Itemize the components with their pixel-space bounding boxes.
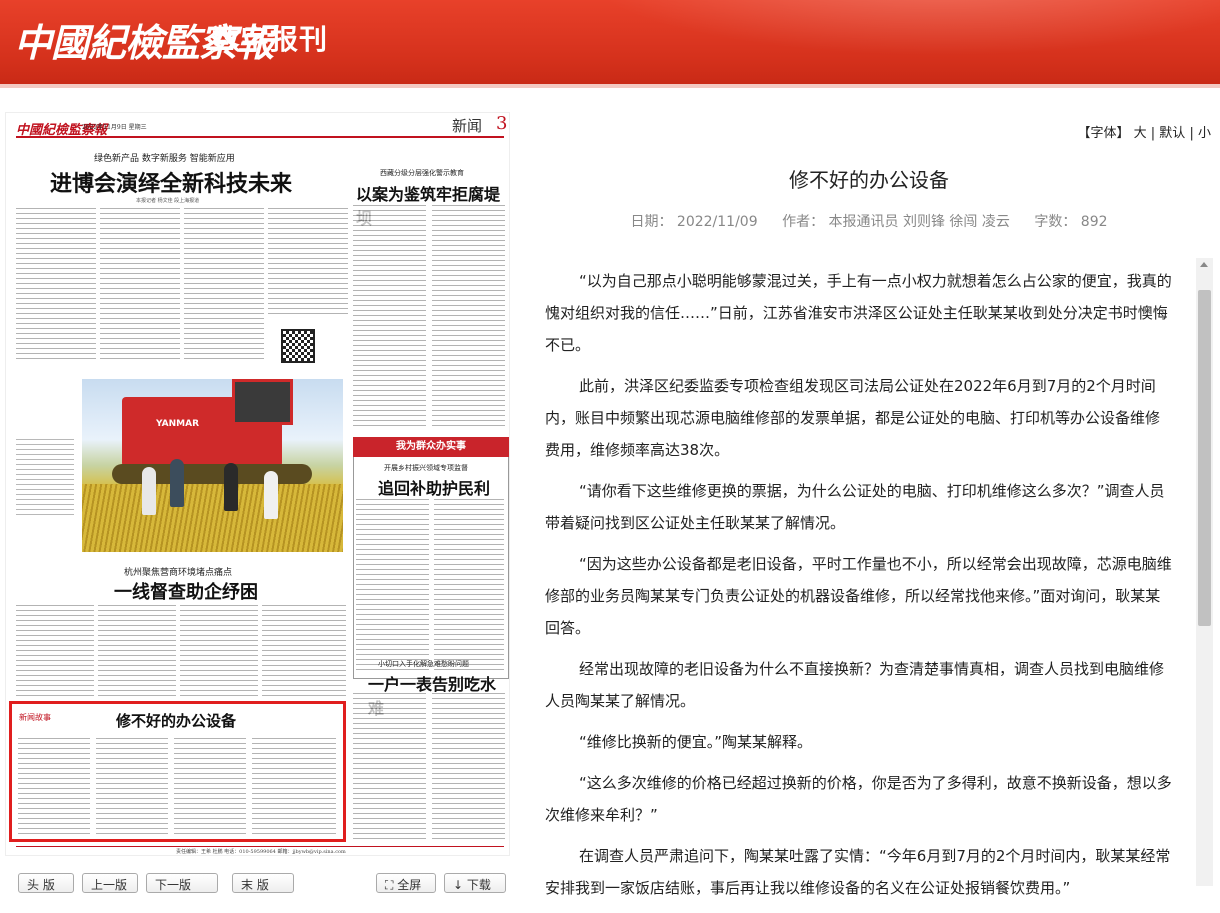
article-date: 日期： 2022/11/09 <box>630 214 758 230</box>
article-author: 作者： 本报通讯员 刘则锋 徐闯 凌云 <box>782 214 1010 230</box>
article-paragraph: “因为这些办公设备都是老旧设备，平时工作量也不小，所以经常会出现故障，芯源电脑维… <box>545 555 1172 637</box>
page-footer: 责任编辑：王希 杜鹏 电话：010-59599064 邮箱：jjbywb@vip… <box>176 849 346 855</box>
harvester-cab <box>232 379 293 425</box>
story2-kicker: 西藏分级分层强化警示教育 <box>380 169 464 177</box>
photo-caption <box>16 439 74 519</box>
download-icon: ↓ <box>453 878 464 892</box>
article-body: “以为自己那点小聪明能够蒙混过关，手上有一点小权力就想着怎么占公家的便宜，我真的… <box>545 265 1173 913</box>
box-text-col1 <box>356 499 429 673</box>
story3-title[interactable]: 一线督查助企纾困 <box>114 578 258 604</box>
article-meta: 日期： 2022/11/09 作者： 本报通讯员 刘则锋 徐闯 凌云 字数： 8… <box>526 211 1212 231</box>
page-date: 2022年11月9日 星期三 <box>82 124 147 131</box>
article-paragraph: “这么多次维修的价格已经超过换新的价格，你是否为了多得利，故意不换新设备，想以多… <box>545 774 1172 824</box>
scroll-up-arrow-icon[interactable] <box>1200 262 1208 267</box>
story1-text-col3 <box>184 208 264 363</box>
font-size-label: 【字体】 <box>1077 126 1130 141</box>
article-paragraph: 经常出现故障的老旧设备为什么不直接换新？为查清楚事情真相，调查人员找到电脑维修人… <box>545 660 1165 710</box>
page-section: 新闻 <box>452 117 483 135</box>
person-figure <box>142 467 156 515</box>
harvester-brand: YANMAR <box>156 419 200 429</box>
story3-text-col2 <box>98 605 176 697</box>
story1-text-col1 <box>16 208 96 363</box>
story1-title[interactable]: 进博会演绎全新科技未来 <box>50 166 292 198</box>
article-paragraph: “请你看下这些维修更换的票据，为什么公证处的电脑、打印机维修这么多次？”调查人员… <box>545 482 1165 532</box>
download-label: 下载 <box>466 878 491 892</box>
next-page-button[interactable]: 下一版 <box>146 873 218 893</box>
font-size-large[interactable]: 大 <box>1134 126 1147 141</box>
page-footer-rule <box>16 846 504 847</box>
story1-kicker: 绿色新产品 数字新服务 智能新应用 <box>94 154 235 164</box>
story1-text-col2 <box>100 208 180 363</box>
fullscreen-button[interactable]: ⛶ 全屏 <box>376 873 436 893</box>
banner-divider <box>0 84 1220 88</box>
header-banner: 中國紀檢監察報 数字报刊 <box>0 0 1220 84</box>
scrollbar-thumb[interactable] <box>1198 290 1211 626</box>
banner-gloss <box>520 0 1220 70</box>
font-size-separator: | <box>1189 126 1194 141</box>
harvest-photo[interactable]: YANMAR <box>82 379 343 552</box>
rice-field <box>82 484 343 552</box>
page-number: 3 <box>496 113 508 134</box>
article-title: 修不好的办公设备 <box>789 168 949 192</box>
story3-kicker: 杭州聚焦营商环境堵点痛点 <box>124 568 233 578</box>
box-label-text: 我为群众办实事 <box>396 441 466 452</box>
font-size-bar: 【字体】 大 | 默认 | 小 <box>1077 122 1211 141</box>
qr-code <box>281 329 315 363</box>
article-paragraph: “以为自己那点小聪明能够蒙混过关，手上有一点小权力就想着怎么占公家的便宜，我真的… <box>545 272 1172 354</box>
font-size-small[interactable]: 小 <box>1198 126 1211 141</box>
font-size-separator: | <box>1150 126 1156 141</box>
download-button[interactable]: ↓ 下载 <box>444 873 506 893</box>
story1-text-col4 <box>268 208 348 318</box>
last-page-button[interactable]: 末 版 <box>232 873 294 893</box>
article-paragraph: “维修比换新的便宜。”陶某某解释。 <box>579 733 813 751</box>
article-paragraph: 在调查人员严肃追问下，陶某某吐露了实情：“今年6月到7月的2个月时间内，耿某某经… <box>545 847 1171 897</box>
article-wordcount: 字数： 892 <box>1034 214 1108 230</box>
story3-text-col3 <box>180 605 258 697</box>
box-text-col2 <box>434 499 504 673</box>
box-label: 我为群众办实事 <box>353 437 509 457</box>
story5-text-col2 <box>96 738 168 836</box>
fullscreen-label: 全屏 <box>397 878 422 892</box>
story3-text-col4 <box>262 605 346 697</box>
story2-text-col2 <box>432 205 505 430</box>
story4-text-col1 <box>353 693 426 843</box>
story5-title[interactable]: 修不好的办公设备 <box>116 710 236 731</box>
person-figure <box>224 463 238 511</box>
font-size-default[interactable]: 默认 <box>1159 126 1185 141</box>
site-subtitle: 数字报刊 <box>212 23 329 56</box>
newspaper-page[interactable]: 中國紀檢監察報 2022年11月9日 星期三 新闻 3 绿色新产品 数字新服务 … <box>5 112 510 856</box>
box-kicker: 开展乡村振兴领域专项监督 <box>384 464 468 472</box>
story3-text-col1 <box>16 605 94 697</box>
page-top-rule <box>16 136 504 138</box>
selected-article-highlight[interactable]: 新闻故事 修不好的办公设备 <box>9 701 346 842</box>
story4-kicker: 小切口入手化解急难愁盼问题 <box>378 660 469 668</box>
story5-text-col4 <box>252 738 336 836</box>
article-scrollbar[interactable] <box>1196 258 1213 886</box>
fullscreen-icon: ⛶ <box>385 878 394 892</box>
story2-text-col1 <box>353 205 426 430</box>
first-page-button[interactable]: 头 版 <box>18 873 74 893</box>
story5-text-col1 <box>18 738 90 836</box>
story5-text-col3 <box>174 738 246 836</box>
person-figure <box>170 459 184 507</box>
box-title[interactable]: 追回补助护民利 <box>378 475 490 499</box>
prev-page-button[interactable]: 上一版 <box>82 873 138 893</box>
person-figure <box>264 471 278 519</box>
story4-text-col2 <box>432 693 505 843</box>
story1-byline: 本报记者 杨文佳 段上海报道 <box>136 198 200 204</box>
article-paragraph: 此前，洪泽区纪委监委专项检查组发现区司法局公证处在2022年6月到7月的2个月时… <box>545 377 1161 459</box>
story5-tag: 新闻故事 <box>19 713 51 722</box>
